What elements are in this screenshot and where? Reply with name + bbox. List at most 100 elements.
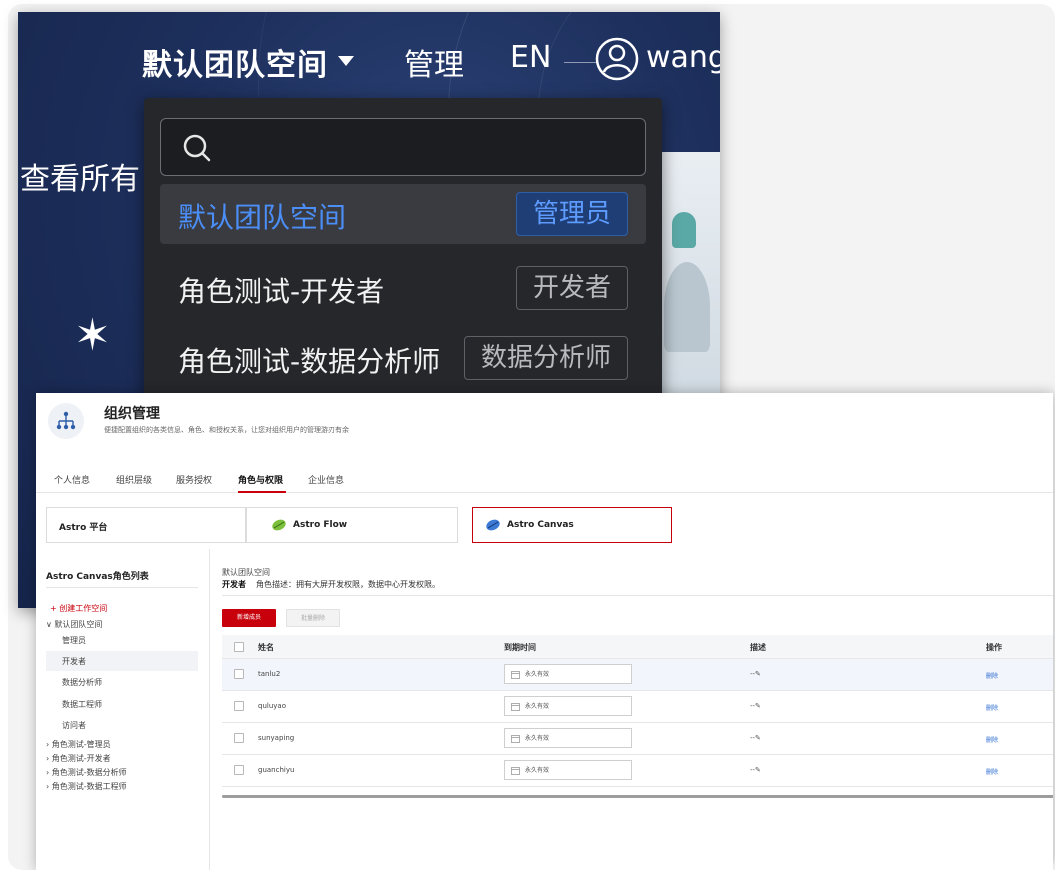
workspace-option[interactable]: 默认团队空间 管理员 <box>160 184 646 244</box>
expiry-value: 永久有效 <box>525 735 550 742</box>
expiry-value: 永久有效 <box>525 703 550 710</box>
workspace-option[interactable]: 角色测试-开发者 开发者 <box>160 258 646 318</box>
workspace-switcher[interactable]: 默认团队空间 <box>142 40 328 84</box>
workspace-option-label: 角色测试-开发者 <box>178 275 385 308</box>
org-tree-icon <box>48 403 84 439</box>
role-tag: 开发者 <box>515 266 628 310</box>
page-title: 组织管理 <box>104 406 160 422</box>
platform-label: Astro Canvas <box>507 520 574 530</box>
role-members-panel: 默认团队空间 开发者 角色描述：拥有大屏开发权限，数据中心开发权限。 新增成员 批… <box>222 549 1053 870</box>
org-management-screenshot: 组织管理 便捷配置组织的各类信息、角色、和授权关系，让您对组织用户的管理游刃有余… <box>36 393 1053 870</box>
sidebar-role-item[interactable]: 管理员 <box>62 635 86 646</box>
workspace-name: 默认团队空间 <box>222 568 270 577</box>
sidebar-role-item[interactable]: 数据分析师 <box>62 677 102 688</box>
edit-description[interactable]: --✎ <box>750 670 761 678</box>
role-sidebar: Astro Canvas角色列表 + 创建工作空间 ∨ 默认团队空间 管理员 开… <box>36 549 210 870</box>
astro-flow-icon <box>272 519 286 531</box>
expiry-date-picker[interactable]: 永久有效 <box>504 696 632 716</box>
page-subtitle: 便捷配置组织的各类信息、角色、和授权关系，让您对组织用户的管理游刃有余 <box>104 426 349 434</box>
tree-group-open[interactable]: ∨ 默认团队空间 <box>46 619 102 630</box>
search-icon <box>183 134 211 162</box>
role-description: 开发者 角色描述：拥有大屏开发权限，数据中心开发权限。 <box>222 579 440 590</box>
tab-service-auth[interactable]: 服务授权 <box>176 473 212 486</box>
row-checkbox[interactable] <box>234 669 244 679</box>
member-name: guanchiyu <box>258 766 295 774</box>
table-header: 姓名 到期时间 描述 操作 <box>222 635 1053 659</box>
platform-card-flow[interactable]: Astro Flow <box>246 507 458 543</box>
calendar-icon <box>511 767 520 775</box>
calendar-icon <box>511 703 520 711</box>
platform-card-astro[interactable]: Astro 平台 <box>46 507 246 543</box>
delete-link[interactable]: 删除 <box>986 703 998 712</box>
column-header-desc: 描述 <box>750 643 766 652</box>
edit-description[interactable]: --✎ <box>750 702 761 710</box>
top-nav: 默认团队空间 管理 EN wang <box>18 30 720 90</box>
tab-personal-info[interactable]: 个人信息 <box>54 473 90 486</box>
sidebar-role-item[interactable]: 访问者 <box>62 720 86 731</box>
platform-label: Astro 平台 <box>59 523 108 533</box>
tree-group-label: 角色测试-数据分析师 <box>51 768 127 777</box>
tab-roles-permissions[interactable]: 角色与权限 <box>238 473 283 486</box>
tree-group-label: 角色测试-管理员 <box>51 740 111 749</box>
tree-group[interactable]: › 角色测试-数据分析师 <box>46 767 127 778</box>
sidebar-role-item[interactable]: 开发者 <box>62 656 86 667</box>
divider <box>222 595 1053 596</box>
workspace-option[interactable]: 角色测试-数据分析师 数据分析师 <box>160 328 646 388</box>
batch-delete-button[interactable]: 批量删除 <box>286 609 340 627</box>
astro-canvas-icon <box>486 519 500 531</box>
tree-group-label: 角色测试-数据工程师 <box>51 782 127 791</box>
sidebar-role-item[interactable]: 数据工程师 <box>62 699 102 710</box>
chevron-down-icon[interactable] <box>338 56 354 66</box>
divider <box>564 62 598 63</box>
illustration-figure <box>672 212 696 248</box>
delete-link[interactable]: 删除 <box>986 735 998 744</box>
row-checkbox[interactable] <box>234 765 244 775</box>
table-row: quluyao 永久有效 --✎ 删除 <box>222 691 1053 723</box>
expiry-date-picker[interactable]: 永久有效 <box>504 728 632 748</box>
language-switch[interactable]: EN <box>510 40 551 75</box>
delete-link[interactable]: 删除 <box>986 671 998 680</box>
platform-label: Astro Flow <box>293 520 348 530</box>
tab-enterprise-info[interactable]: 企业信息 <box>308 473 344 486</box>
workspace-option-label: 角色测试-数据分析师 <box>178 345 441 378</box>
table-row: sunyaping 永久有效 --✎ 删除 <box>222 723 1053 755</box>
sparkle-icon: ✶ <box>74 310 111 361</box>
calendar-icon <box>511 671 520 679</box>
divider <box>46 587 198 588</box>
platform-card-canvas[interactable]: Astro Canvas <box>472 507 672 543</box>
background-text: 查看所有 <box>20 162 140 197</box>
add-member-button[interactable]: 新增成员 <box>222 609 276 627</box>
role-tag: 数据分析师 <box>463 336 628 380</box>
row-checkbox[interactable] <box>234 701 244 711</box>
tree-group[interactable]: › 角色测试-开发者 <box>46 753 111 764</box>
search-field[interactable] <box>160 118 646 176</box>
expiry-date-picker[interactable]: 永久有效 <box>504 664 632 684</box>
tree-group[interactable]: › 角色测试-管理员 <box>46 739 111 750</box>
manage-link[interactable]: 管理 <box>404 40 464 84</box>
create-workspace-link[interactable]: + 创建工作空间 <box>50 603 107 614</box>
tree-group-label: 默认团队空间 <box>54 620 103 629</box>
member-name: sunyaping <box>258 734 295 742</box>
horizontal-scrollbar[interactable] <box>222 795 1053 798</box>
table-row: tanlu2 永久有效 --✎ 删除 <box>222 659 1053 691</box>
edit-description[interactable]: --✎ <box>750 766 761 774</box>
user-avatar-icon[interactable] <box>594 36 640 82</box>
member-name: quluyao <box>258 702 286 710</box>
role-name: 开发者 <box>222 580 246 589</box>
role-tag: 管理员 <box>515 192 628 236</box>
member-name: tanlu2 <box>258 670 281 678</box>
row-checkbox[interactable] <box>234 733 244 743</box>
edit-description[interactable]: --✎ <box>750 734 761 742</box>
column-header-name: 姓名 <box>258 643 274 652</box>
tree-group[interactable]: › 角色测试-数据工程师 <box>46 781 127 792</box>
username[interactable]: wang <box>646 40 720 75</box>
page-header: 组织管理 便捷配置组织的各类信息、角色、和授权关系，让您对组织用户的管理游刃有余 <box>36 393 1053 455</box>
expiry-date-picker[interactable]: 永久有效 <box>504 760 632 780</box>
tab-bar: 个人信息 组织层级 服务授权 角色与权限 企业信息 <box>36 469 1053 493</box>
search-input[interactable] <box>161 119 645 175</box>
select-all-checkbox[interactable] <box>234 642 244 652</box>
tree-group-label: 角色测试-开发者 <box>51 754 111 763</box>
tab-org-levels[interactable]: 组织层级 <box>116 473 152 486</box>
delete-link[interactable]: 删除 <box>986 767 998 776</box>
column-header-expiry: 到期时间 <box>504 643 536 652</box>
